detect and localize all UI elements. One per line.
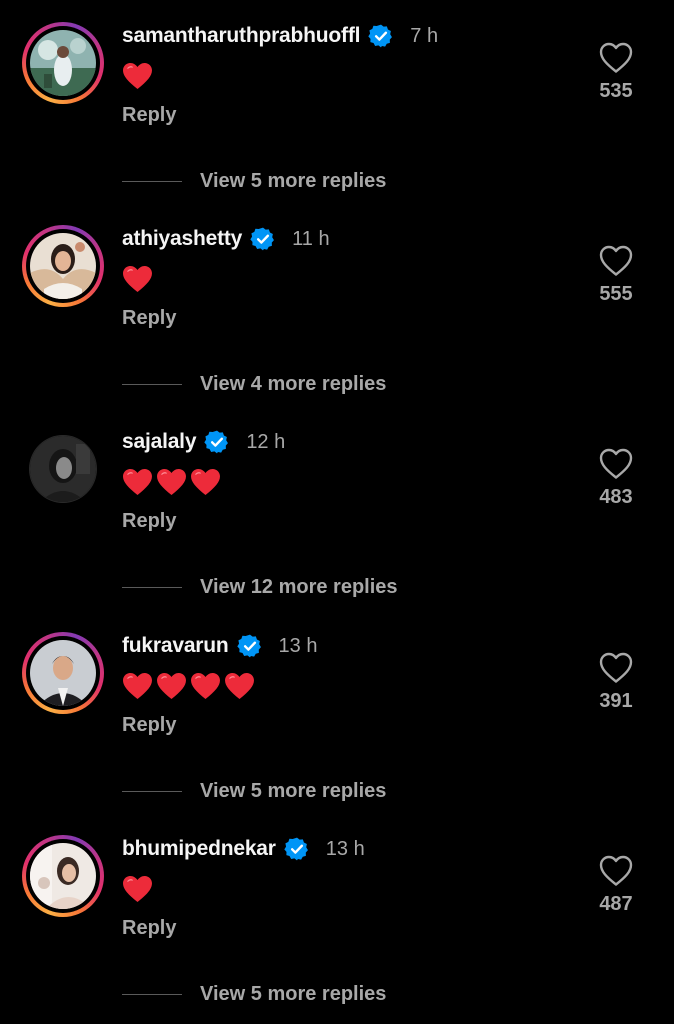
- view-replies-label: View 5 more replies: [200, 169, 387, 192]
- comment-body: [122, 60, 153, 92]
- divider-line: [122, 383, 182, 385]
- view-replies-button[interactable]: View 5 more replies: [122, 778, 386, 804]
- view-replies-label: View 5 more replies: [200, 779, 387, 802]
- red-heart-emoji-icon: [123, 62, 152, 90]
- heart-outline-icon[interactable]: [598, 40, 634, 74]
- reply-button[interactable]: Reply: [122, 307, 176, 330]
- divider-line: [122, 993, 182, 995]
- avatar[interactable]: [30, 436, 96, 502]
- comment-item: athiyashetty 11 h Reply 555 View 4 more …: [0, 203, 674, 406]
- red-heart-emoji-icon: [123, 672, 152, 700]
- reply-button[interactable]: Reply: [122, 104, 176, 127]
- comment-body: [122, 670, 255, 702]
- view-replies-button[interactable]: View 4 more replies: [122, 371, 386, 397]
- timestamp: 13 h: [325, 837, 365, 860]
- reply-button[interactable]: Reply: [122, 917, 176, 940]
- comment-body: [122, 466, 221, 498]
- view-replies-button[interactable]: View 5 more replies: [122, 981, 386, 1007]
- verified-badge-icon: [236, 634, 261, 658]
- red-heart-emoji-icon: [225, 672, 254, 700]
- verified-badge-icon: [284, 837, 308, 861]
- comment-item: samantharuthprabhuoffl 7 h Reply 535 Vie…: [0, 0, 674, 203]
- comment-body: [122, 873, 153, 905]
- view-replies-label: View 5 more replies: [200, 982, 387, 1005]
- story-ring[interactable]: [22, 225, 104, 307]
- view-replies-label: View 12 more replies: [200, 575, 398, 598]
- username[interactable]: fukravarun: [122, 634, 229, 658]
- comment-item: sajalaly 12 h Reply 483 View 12 more rep…: [0, 406, 674, 609]
- divider-line: [122, 180, 182, 182]
- avatar-frame[interactable]: [22, 428, 104, 510]
- divider-line: [122, 586, 182, 588]
- username[interactable]: samantharuthprabhuoffl: [122, 24, 360, 48]
- heart-outline-icon[interactable]: [598, 243, 634, 277]
- comment-item: fukravarun 13 h Reply 391 View 5 more re…: [0, 610, 674, 813]
- username[interactable]: bhumipednekar: [122, 837, 276, 861]
- username[interactable]: athiyashetty: [122, 227, 242, 251]
- view-replies-button[interactable]: View 5 more replies: [122, 168, 386, 194]
- like-count: 555: [599, 283, 633, 305]
- like-count: 487: [599, 893, 633, 915]
- red-heart-emoji-icon: [191, 672, 220, 700]
- like-count: 535: [599, 80, 633, 102]
- verified-badge-icon: [368, 24, 393, 48]
- red-heart-emoji-icon: [157, 672, 186, 700]
- divider-line: [122, 790, 182, 792]
- story-ring[interactable]: [22, 22, 104, 104]
- avatar[interactable]: [30, 30, 96, 96]
- red-heart-emoji-icon: [123, 468, 152, 496]
- avatar[interactable]: [30, 640, 96, 706]
- heart-outline-icon[interactable]: [598, 853, 634, 887]
- verified-badge-icon: [204, 430, 229, 454]
- like-count: 391: [599, 690, 633, 712]
- avatar[interactable]: [30, 233, 96, 299]
- heart-outline-icon[interactable]: [598, 650, 634, 684]
- timestamp: 13 h: [278, 634, 318, 657]
- red-heart-emoji-icon: [191, 468, 220, 496]
- timestamp: 12 h: [246, 430, 286, 453]
- like-count: 483: [599, 486, 633, 508]
- view-replies-label: View 4 more replies: [200, 372, 387, 395]
- timestamp: 11 h: [292, 227, 330, 250]
- red-heart-emoji-icon: [123, 875, 152, 903]
- story-ring[interactable]: [22, 835, 104, 917]
- verified-badge-icon: [250, 227, 275, 251]
- username[interactable]: sajalaly: [122, 430, 197, 454]
- story-ring[interactable]: [22, 632, 104, 714]
- reply-button[interactable]: Reply: [122, 714, 176, 737]
- red-heart-emoji-icon: [157, 468, 186, 496]
- red-heart-emoji-icon: [123, 265, 152, 293]
- avatar[interactable]: [30, 843, 96, 909]
- heart-outline-icon[interactable]: [598, 446, 634, 480]
- reply-button[interactable]: Reply: [122, 510, 176, 533]
- comment-item: bhumipednekar 13 h Reply 487 View 5 more…: [0, 813, 674, 1016]
- view-replies-button[interactable]: View 12 more replies: [122, 574, 398, 600]
- timestamp: 7 h: [410, 24, 439, 47]
- comment-body: [122, 263, 153, 295]
